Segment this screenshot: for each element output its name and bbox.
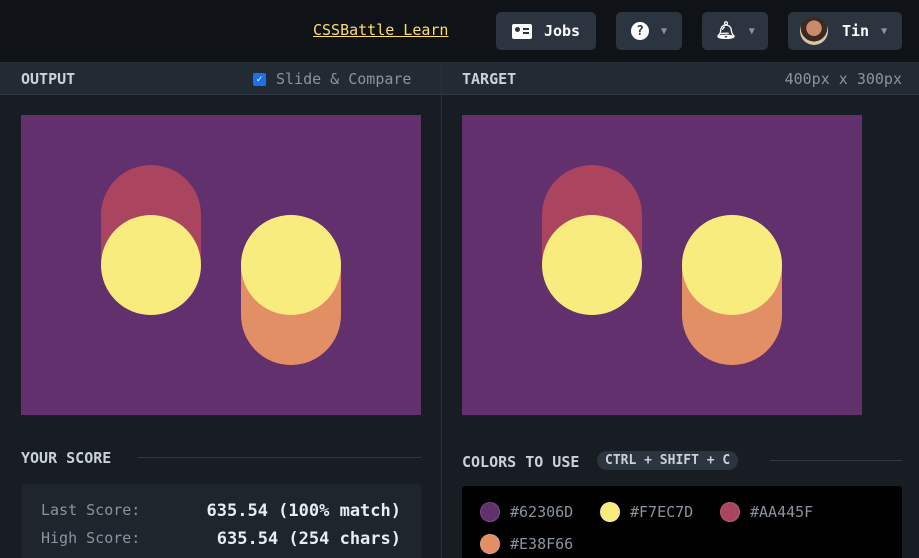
user-name: Tin — [842, 22, 870, 40]
divider — [138, 457, 421, 458]
avatar — [800, 17, 828, 45]
swatch-label: #62306D — [510, 503, 574, 521]
output-canvas[interactable] — [21, 115, 421, 415]
right-circle — [241, 215, 341, 315]
jobs-label: Jobs — [543, 22, 581, 40]
left-circle — [542, 215, 642, 315]
target-header: TARGET 400px x 300px — [442, 62, 919, 95]
top-bar: CSSBattle Learn Jobs ? ▼ 🔔︎ ▼ Tin ▼ — [0, 0, 919, 62]
question-icon: ? — [630, 22, 649, 40]
swatch-dot — [480, 534, 500, 554]
swatch-dot — [720, 502, 740, 522]
bell-icon: 🔔︎ — [715, 21, 737, 41]
colors-box: #62306D #F7EC7D #AA445F #E38F66 — [462, 486, 902, 558]
jobs-button[interactable]: Jobs — [496, 12, 596, 50]
divider — [770, 460, 902, 461]
color-swatch[interactable]: #F7EC7D — [600, 502, 693, 522]
checkbox-checked-icon[interactable]: ✓ — [253, 72, 266, 86]
chevron-down-icon: ▼ — [881, 25, 888, 37]
score-box: Last Score: 635.54 (100% match) High Sco… — [21, 484, 421, 558]
panel-divider — [441, 62, 442, 558]
chevron-down-icon: ▼ — [660, 25, 668, 37]
last-score-value: 635.54 (100% match) — [206, 501, 401, 521]
target-canvas — [462, 115, 862, 415]
swatch-dot — [600, 502, 620, 522]
high-score-label: High Score: — [41, 529, 141, 547]
swatch-label: #F7EC7D — [630, 503, 694, 521]
color-swatch[interactable]: #AA445F — [720, 502, 813, 522]
swatch-dot — [480, 502, 500, 522]
high-score-value: 635.54 (254 chars) — [216, 529, 401, 549]
color-swatch[interactable]: #E38F66 — [480, 534, 573, 554]
target-dimensions: 400px x 300px — [784, 70, 902, 88]
shortcut-badge: CTRL + SHIFT + C — [597, 451, 739, 470]
right-circle — [682, 215, 782, 315]
last-score-label: Last Score: — [41, 501, 141, 519]
swatch-label: #AA445F — [750, 503, 814, 521]
slide-compare-toggle[interactable]: ✓ Slide & Compare — [253, 70, 411, 88]
help-menu-button[interactable]: ? ▼ — [616, 12, 682, 50]
learn-link[interactable]: CSSBattle Learn — [313, 21, 448, 39]
output-title: OUTPUT — [21, 70, 76, 88]
output-header: OUTPUT ✓ Slide & Compare — [0, 62, 441, 95]
left-circle — [101, 215, 201, 315]
chevron-down-icon: ▼ — [748, 25, 755, 37]
notifications-button[interactable]: 🔔︎ ▼ — [702, 12, 768, 50]
color-swatch[interactable]: #62306D — [480, 502, 573, 522]
swatch-label: #E38F66 — [510, 535, 574, 553]
colors-title: COLORS TO USE — [462, 453, 580, 471]
slide-compare-label: Slide & Compare — [276, 70, 412, 88]
id-card-icon — [511, 23, 532, 39]
user-menu-button[interactable]: Tin ▼ — [788, 12, 902, 50]
score-title: YOUR SCORE — [21, 449, 112, 467]
target-title: TARGET — [462, 70, 517, 88]
